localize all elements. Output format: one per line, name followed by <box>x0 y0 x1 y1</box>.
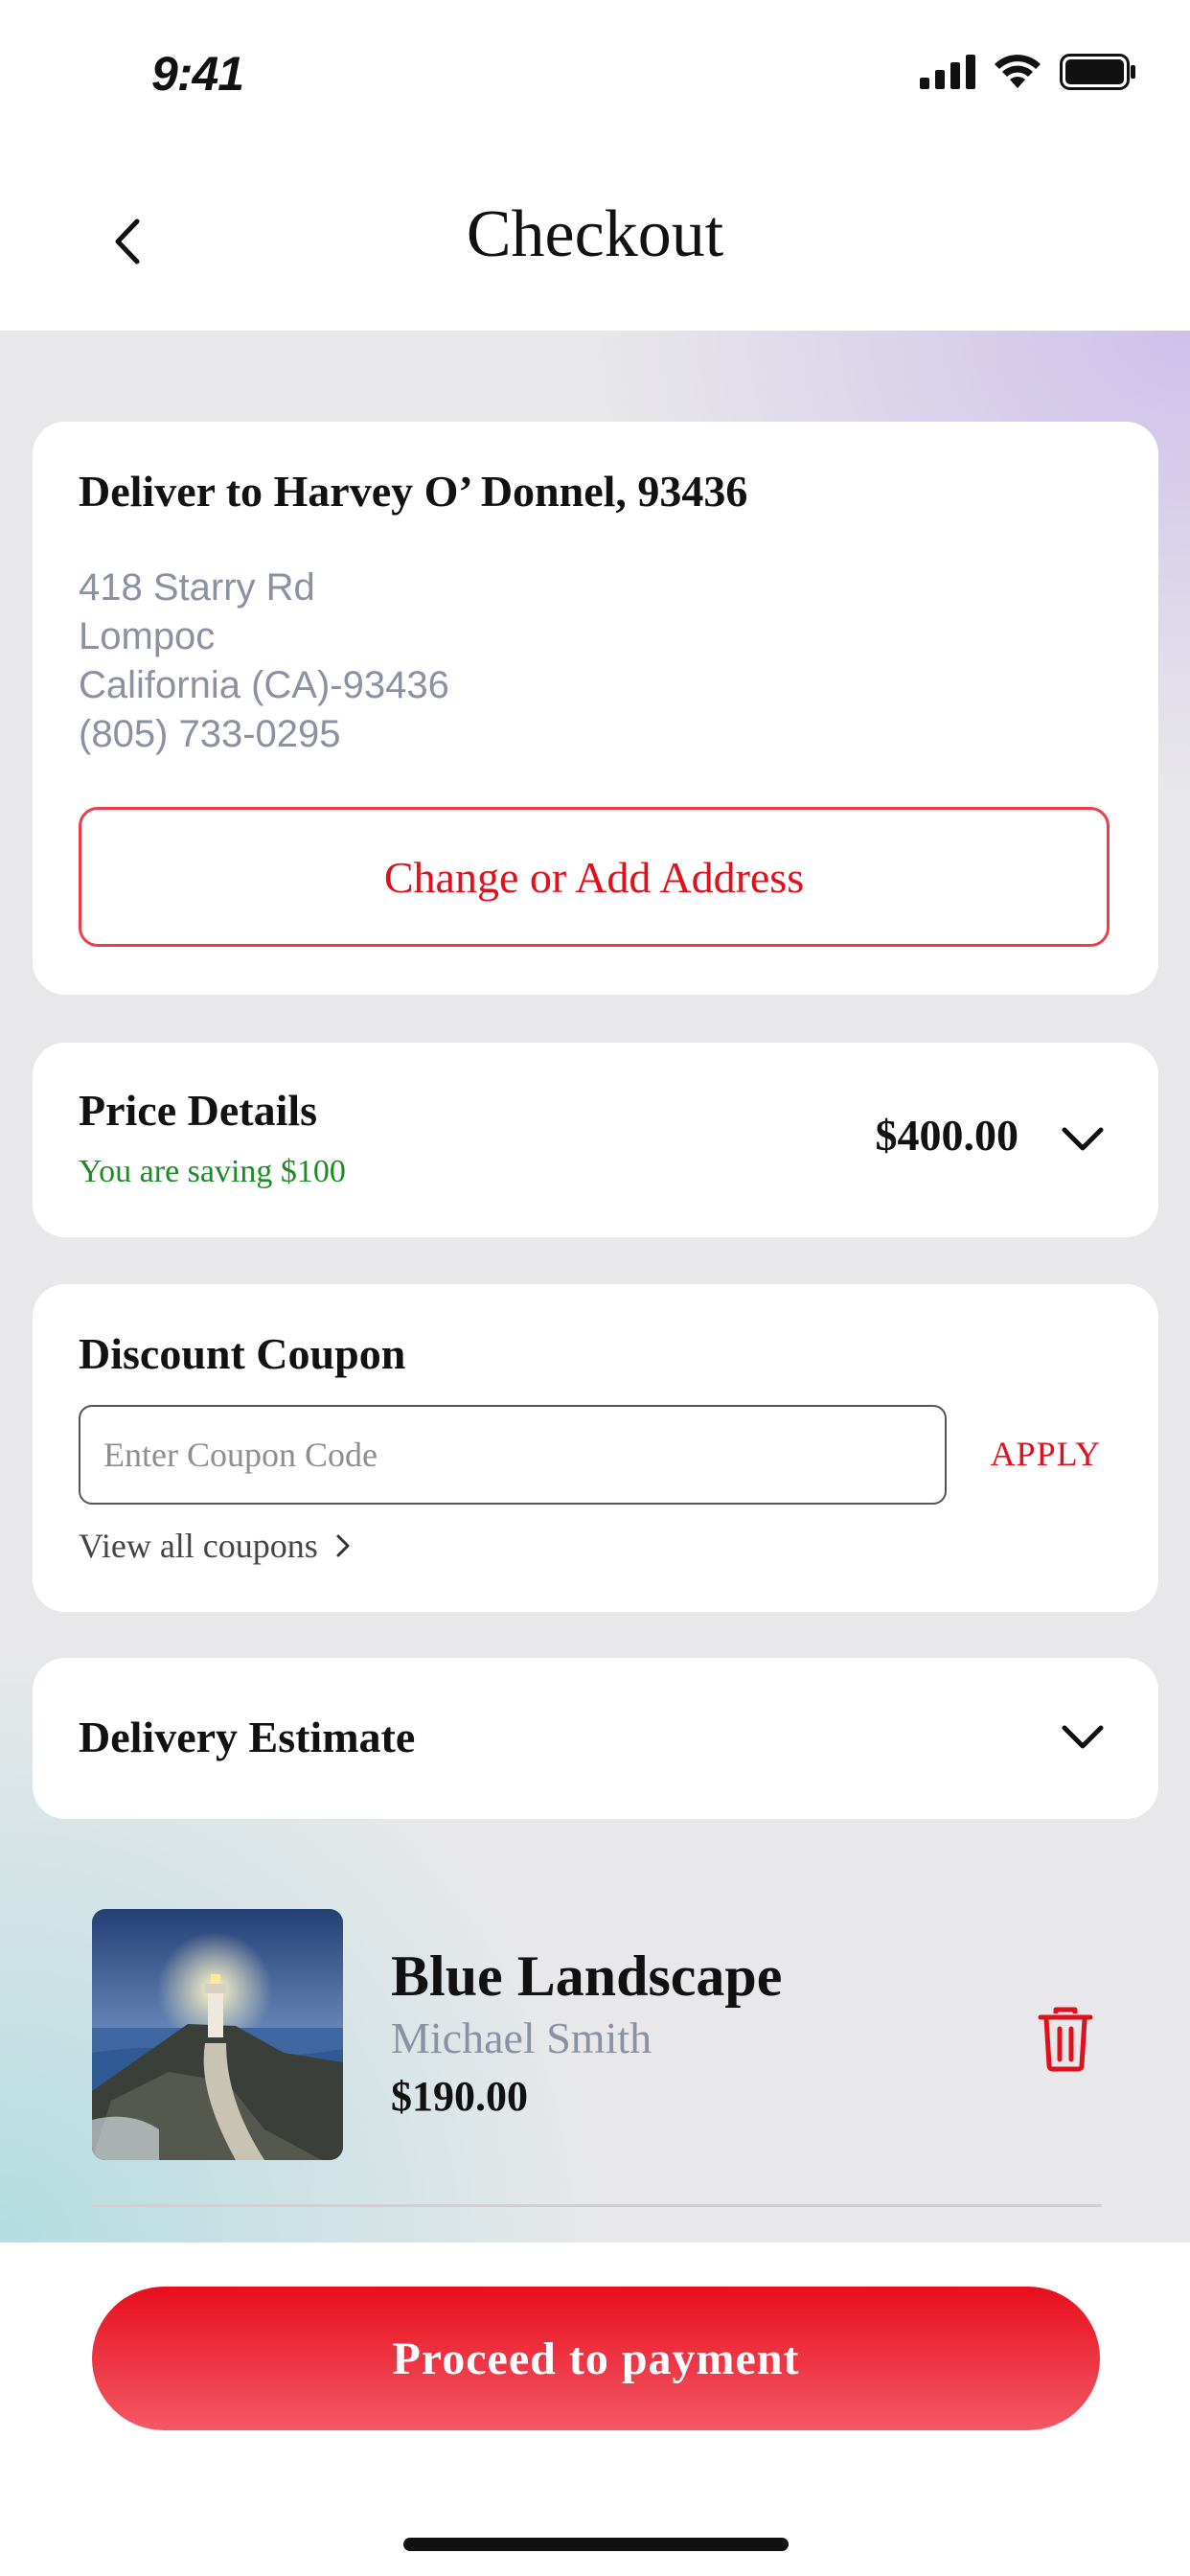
battery-icon <box>1060 54 1135 90</box>
home-indicator <box>403 2538 789 2551</box>
item-artist: Michael Smith <box>391 2013 652 2062</box>
delivery-expand-button[interactable] <box>1049 1704 1116 1771</box>
price-details-card[interactable]: Price Details You are saving $100 $400.0… <box>33 1043 1158 1237</box>
view-all-coupons-label: View all coupons <box>79 1527 318 1565</box>
coupon-title: Discount Coupon <box>79 1329 406 1378</box>
discount-coupon-card: Discount Coupon APPLY View all coupons <box>33 1284 1158 1612</box>
status-bar: 9:41 <box>0 0 1190 144</box>
address-phone: (805) 733-0295 <box>79 713 341 755</box>
price-total: $400.00 <box>875 1111 1019 1160</box>
item-divider <box>92 2204 1102 2207</box>
address-card: Deliver to Harvey O’ Donnel, 93436 418 S… <box>33 422 1158 995</box>
address-state: California (CA)-93436 <box>79 664 449 706</box>
nav-bar: Checkout <box>0 144 1190 331</box>
change-address-button[interactable]: Change or Add Address <box>79 807 1110 947</box>
chevron-down-icon <box>1062 1725 1104 1749</box>
coupon-code-input[interactable] <box>79 1405 947 1505</box>
status-time: 9:41 <box>151 47 244 101</box>
signal-icon <box>920 55 975 89</box>
view-all-coupons-link[interactable]: View all coupons <box>79 1526 351 1566</box>
delivery-estimate-title: Delivery Estimate <box>79 1713 416 1761</box>
bottom-bar: Proceed to payment <box>0 2242 1190 2576</box>
artwork-thumbnail[interactable] <box>92 1909 343 2160</box>
apply-coupon-button[interactable]: APPLY <box>991 1434 1101 1474</box>
item-name: Blue Landscape <box>391 1944 783 2008</box>
status-icons <box>920 54 1136 90</box>
price-details-title: Price Details <box>79 1086 318 1135</box>
chevron-down-icon <box>1062 1127 1104 1151</box>
wifi-icon <box>995 55 1041 88</box>
cart-item: Blue Landscape Michael Smith $190.00 <box>92 1909 1102 2160</box>
price-details-expand-button[interactable] <box>1049 1106 1116 1173</box>
saving-text: You are saving $100 <box>79 1154 346 1189</box>
address-street: 418 Starry Rd <box>79 566 315 609</box>
page-title: Checkout <box>466 197 724 271</box>
proceed-to-payment-button[interactable]: Proceed to payment <box>92 2287 1100 2430</box>
item-price: $190.00 <box>391 2073 528 2120</box>
delivery-estimate-card[interactable]: Delivery Estimate <box>33 1658 1158 1819</box>
address-city: Lompoc <box>79 615 216 657</box>
lighthouse-painting-image <box>92 1909 343 2160</box>
chevron-right-icon <box>336 1534 350 1557</box>
remove-item-button[interactable] <box>1031 2001 1100 2078</box>
trash-icon <box>1038 2007 1093 2072</box>
address-title: Deliver to Harvey O’ Donnel, 93436 <box>79 467 748 516</box>
address-lines: 418 Starry Rd Lompoc California (CA)-934… <box>79 564 449 759</box>
